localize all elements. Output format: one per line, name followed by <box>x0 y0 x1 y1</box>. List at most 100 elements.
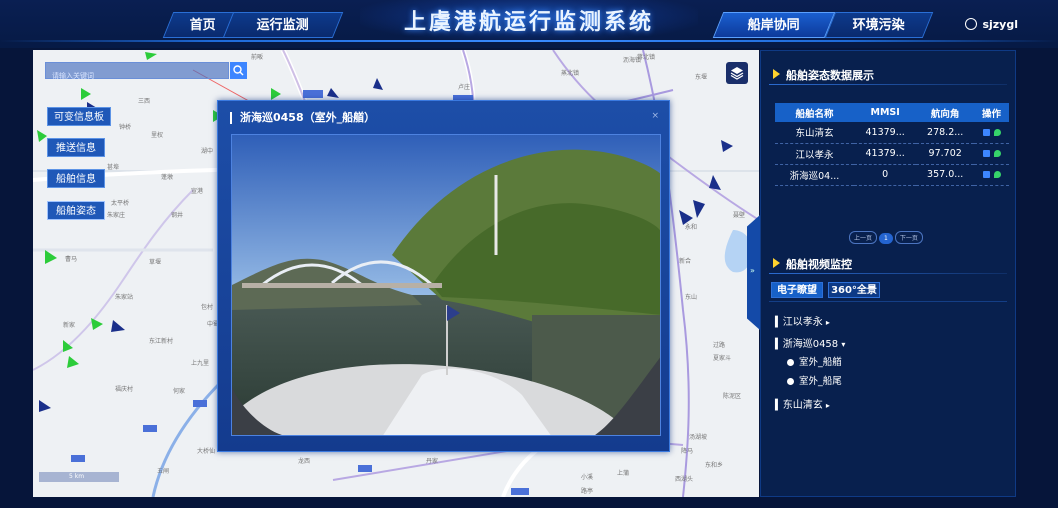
layers-button[interactable] <box>726 62 748 84</box>
place-label: 曹马 <box>65 256 78 263</box>
section-divider <box>769 273 1007 274</box>
camera-video-feed[interactable] <box>231 134 661 436</box>
location-pin-icon[interactable] <box>993 150 1001 157</box>
user-menu[interactable]: sjzygl <box>965 18 1018 31</box>
section-video-header: 船舶视频监控 <box>773 256 852 272</box>
tree-item-label: 东山清玄 <box>782 400 823 411</box>
place-label: 上九里 <box>191 360 210 367</box>
nav-home-label: 首页 <box>189 18 216 33</box>
location-pin-icon[interactable] <box>993 128 1001 136</box>
table-row[interactable]: 东山清玄 41379... 278.2... <box>775 122 1009 144</box>
search-input[interactable] <box>46 69 228 84</box>
tree-item-ship[interactable]: ▍江以孝永 ▸ <box>775 313 830 328</box>
camera-dot-icon <box>787 359 794 366</box>
detail-icon[interactable] <box>982 171 990 178</box>
camera-frame-image <box>232 135 660 435</box>
tree-item-ship[interactable]: ▍浙海巡0458 ▾ <box>775 335 845 350</box>
camera-label: 室外_船尾 <box>799 376 842 387</box>
camera-label: 室外_船艏 <box>799 357 842 368</box>
right-panel: 船舶姿态数据展示 船舶名称 MMSI 航向角 操作 东山清玄 41379... … <box>760 50 1016 497</box>
push-info-button[interactable]: 推送信息 <box>47 138 105 157</box>
column-header: 航向角 <box>916 103 974 122</box>
tab-divider <box>769 301 1007 302</box>
nav-ship-shore[interactable]: 船岸协同 <box>712 12 836 38</box>
place-label: 上蒲 <box>617 470 630 477</box>
place-label: 蒋北镇 <box>637 54 656 61</box>
next-page-button[interactable]: 下一页 <box>894 231 923 244</box>
search-button[interactable] <box>230 62 247 79</box>
ship-info-button[interactable]: 船舶信息 <box>47 169 105 188</box>
place-label: 何家 <box>173 388 186 395</box>
app-header: 首页 运行监测 上虞港航运行监测系统 船岸协同 环境污染 sjzygl <box>0 0 1058 48</box>
double-chevron-right-icon: » <box>750 266 755 275</box>
place-label: 过路 <box>713 342 726 349</box>
place-label: 蒸北镇 <box>561 70 580 77</box>
place-label: 甚埠 <box>107 164 120 171</box>
place-label: 包村 <box>201 304 214 311</box>
nav-monitoring[interactable]: 运行监测 <box>222 12 344 38</box>
place-label: 东山 <box>685 294 698 301</box>
tree-item-ship[interactable]: ▍东山清玄 ▸ <box>775 396 830 411</box>
header-underline <box>0 40 1058 42</box>
caret-right-icon: ▸ <box>825 318 830 327</box>
close-icon[interactable]: × <box>651 111 659 121</box>
map-search <box>45 62 229 84</box>
table-header-row: 船舶名称 MMSI 航向角 操作 <box>775 103 1009 122</box>
heading-cell: 278.2... <box>916 122 974 144</box>
detail-icon[interactable] <box>982 150 990 157</box>
section-title: 船舶姿态数据展示 <box>786 69 874 82</box>
table-row[interactable]: 江以孝永 41379... 97.702 <box>775 143 1009 165</box>
nav-environment[interactable]: 环境污染 <box>824 12 934 38</box>
ship-name-cell: 浙海巡04... <box>775 164 854 186</box>
tree-item-label: 江以孝永 <box>782 317 823 328</box>
detail-icon[interactable] <box>982 128 990 136</box>
heading-cell: 97.702 <box>916 143 974 165</box>
mmsi-cell: 0 <box>853 164 917 186</box>
place-label: 福庆村 <box>115 386 134 393</box>
ship-name-cell: 东山清玄 <box>775 122 854 144</box>
place-label: 聂壁 <box>733 212 746 219</box>
tab-electronic-lookout[interactable]: 电子瞭望 <box>771 282 823 298</box>
place-label: 东和乡 <box>705 462 724 469</box>
caret-down-icon: ▾ <box>841 340 846 349</box>
prev-page-button[interactable]: 上一页 <box>849 231 878 244</box>
ship-attitude-table: 船舶名称 MMSI 航向角 操作 东山清玄 41379... 278.2... … <box>775 103 1009 186</box>
location-pin-icon[interactable] <box>993 171 1001 178</box>
place-label: 东江新村 <box>149 338 174 345</box>
place-label: 钢井 <box>171 212 184 219</box>
place-label: 东堰 <box>695 74 708 81</box>
layers-icon <box>730 67 744 80</box>
video-modal: 浙海巡0458（室外_船艏） × <box>217 100 670 452</box>
table-row[interactable]: 浙海巡04... 0 357.0... <box>775 164 1009 186</box>
variable-info-board-button[interactable]: 可变信息板 <box>47 107 111 126</box>
place-label: 新合 <box>679 258 692 265</box>
tree-item-label: 浙海巡0458 <box>782 339 839 350</box>
place-label: 龙西 <box>298 458 311 465</box>
page-number-button[interactable]: 1 <box>879 233 893 244</box>
section-title: 船舶视频监控 <box>786 258 852 271</box>
search-icon <box>233 65 244 76</box>
ship-attitude-button[interactable]: 船舶姿态 <box>47 201 105 220</box>
camera-dot-icon <box>787 378 794 385</box>
place-label: 西湖头 <box>675 476 694 483</box>
tab-360-panorama[interactable]: 360°全景 <box>828 282 880 298</box>
section-divider <box>769 84 1007 85</box>
place-label: 降马 <box>681 448 694 455</box>
panel-collapse-handle[interactable]: » <box>747 215 760 330</box>
tree-subitem-camera[interactable]: 室外_船尾 <box>787 373 842 387</box>
modal-title: 浙海巡0458（室外_船艏） <box>230 112 375 124</box>
mmsi-cell: 41379... <box>853 143 917 165</box>
place-label: 小溪 <box>581 474 594 481</box>
tree-subitem-camera[interactable]: 室外_船艏 <box>787 354 842 368</box>
actions-cell <box>974 164 1009 186</box>
place-label: 路亭 <box>581 488 594 495</box>
ship-name-cell: 江以孝永 <box>775 143 854 165</box>
heading-cell: 357.0... <box>916 164 974 186</box>
place-label: 宣港 <box>191 188 204 195</box>
nav-ship-shore-label: 船岸协同 <box>747 18 800 33</box>
mmsi-cell: 41379... <box>853 122 917 144</box>
place-label: 蓬墩 <box>161 174 174 181</box>
place-label: 太平桥 <box>111 200 130 207</box>
actions-cell <box>974 122 1009 144</box>
nav-monitoring-label: 运行监测 <box>256 18 309 33</box>
